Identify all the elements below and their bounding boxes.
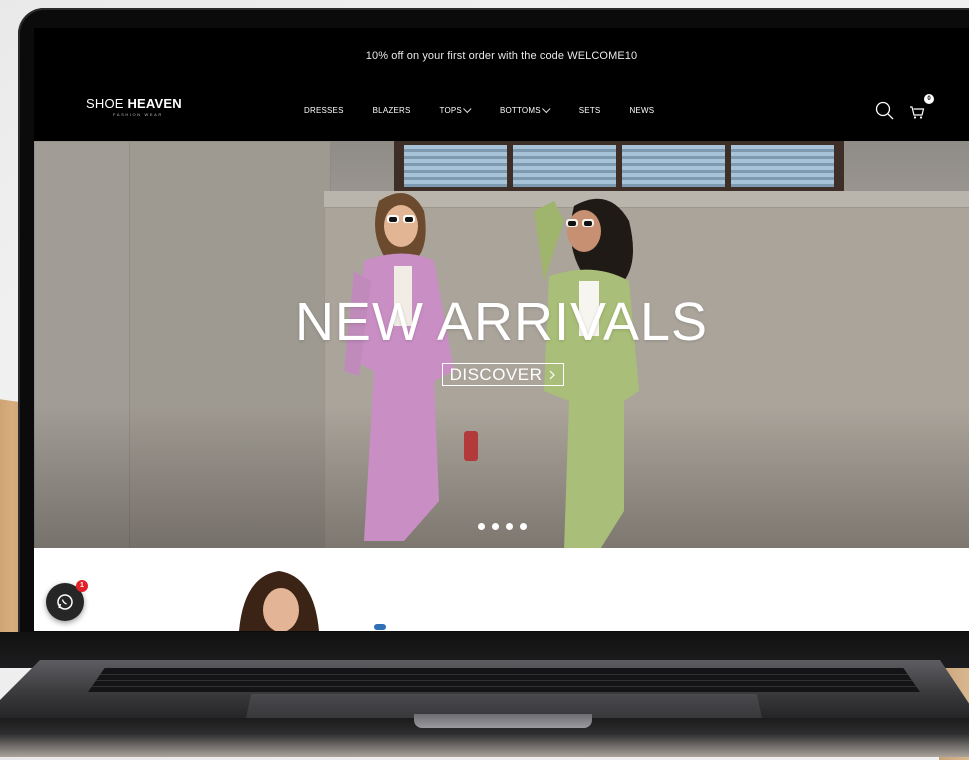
nav-sets[interactable]: SETS xyxy=(579,106,601,115)
brand-name-bold: HEAVEN xyxy=(127,96,182,111)
chevron-right-icon xyxy=(549,370,556,379)
nav-news[interactable]: NEWS xyxy=(629,106,654,115)
nav-dresses[interactable]: DRESSES xyxy=(304,106,344,115)
content-section: 1 xyxy=(34,548,969,631)
header-icons: 0 xyxy=(875,94,934,121)
slider-dot-3[interactable] xyxy=(506,523,513,530)
brand-name-light: SHOE xyxy=(86,96,128,111)
slider-dots xyxy=(478,523,527,530)
chevron-down-icon xyxy=(541,104,551,113)
hero-title: NEW ARRIVALS xyxy=(294,292,709,352)
slider-dot-4[interactable] xyxy=(520,523,527,530)
whatsapp-chat-button[interactable]: 1 xyxy=(46,580,88,621)
hero-banner[interactable]: NEW ARRIVALS DISCOVER xyxy=(34,141,969,548)
nav-tops[interactable]: TOPS xyxy=(440,104,472,115)
chat-notification-badge: 1 xyxy=(76,580,88,592)
announcement-text: 10% off on your first order with the cod… xyxy=(365,49,638,62)
brand-logo[interactable]: SHOE HEAVEN FASHION WEAR xyxy=(86,97,182,117)
site-header: SHOE HEAVEN FASHION WEAR DRESSES BLAZERS… xyxy=(34,83,969,140)
nav-blazers[interactable]: BLAZERS xyxy=(373,106,411,115)
product-accent-mark xyxy=(374,624,386,630)
brand-tagline: FASHION WEAR xyxy=(113,112,163,117)
laptop-keyboard xyxy=(88,668,920,692)
slider-dot-1[interactable] xyxy=(478,523,485,530)
nav-bottoms[interactable]: BOTTOMS xyxy=(500,104,551,115)
laptop-screen: 10% off on your first order with the cod… xyxy=(34,28,969,631)
cart-count-badge: 0 xyxy=(924,94,934,104)
chevron-down-icon xyxy=(462,104,472,113)
product-model-image xyxy=(239,571,319,631)
discover-label: DISCOVER xyxy=(449,364,543,384)
laptop-notch xyxy=(414,714,592,728)
search-icon[interactable] xyxy=(875,101,895,121)
discover-button[interactable]: DISCOVER xyxy=(442,363,564,386)
slider-dot-2[interactable] xyxy=(492,523,499,530)
main-navigation: DRESSES BLAZERS TOPS BOTTOMS SETS NEWS xyxy=(304,104,683,115)
announcement-bar: 10% off on your first order with the cod… xyxy=(34,28,969,83)
cart-icon[interactable]: 0 xyxy=(909,94,934,121)
